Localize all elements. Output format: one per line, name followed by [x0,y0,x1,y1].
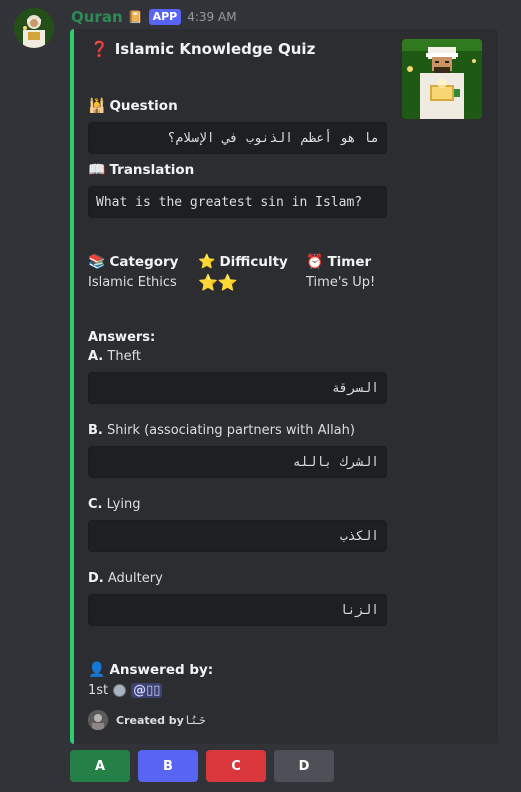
answer-b-line: B. Shirk (associating partners with Alla… [88,423,355,438]
answer-a-letter: A. [88,349,104,364]
book-emoji-icon: 📔 [127,10,143,24]
question-label: 🕌 Question [88,98,178,114]
answer-a-line: A. Theft [88,349,141,364]
username[interactable]: Quran [71,8,123,26]
translation-codeblock: What is the greatest sin in Islam? [88,186,387,218]
answer-buttons: A B C D [70,750,334,782]
answer-b-arabic: الشرك بالله [88,446,387,478]
answer-c-button[interactable]: C [206,750,266,782]
footer-author: خَـنُـا [185,713,206,727]
answers-label: Answers: [88,330,156,345]
difficulty-stars: ⭐⭐ [198,273,238,292]
embed-title: ❓ Islamic Knowledge Quiz [90,40,315,58]
user-mention[interactable]: @▯▯ [131,683,163,698]
answer-d-button[interactable]: D [274,750,334,782]
answer-c-arabic: الكذب [88,520,387,552]
embed-footer: Created by خَـنُـا [88,710,206,730]
question-arabic-codeblock: ما هو أعظم الذنوب في الإسلام؟ [88,122,387,154]
alarm-clock-icon: ⏰ [306,254,324,270]
message-timestamp[interactable]: 4:39 AM [187,10,236,24]
category-value: Islamic Ethics [88,275,177,290]
answer-b-text: Shirk (associating partners with Allah) [107,423,355,438]
mosque-icon: 🕌 [88,98,106,114]
category-label-text: Category [109,254,179,270]
category-label: 📚 Category [88,254,178,270]
answer-d-line: D. Adultery [88,571,163,586]
books-icon: 📚 [88,254,106,270]
timer-label-text: Timer [327,254,372,270]
answer-d-letter: D. [88,571,104,586]
answer-b-button[interactable]: B [138,750,198,782]
difficulty-label: ⭐ Difficulty [198,254,288,270]
answer-c-text: Lying [106,497,141,512]
answer-a-button[interactable]: A [70,750,130,782]
answer-d-arabic: الزنا [88,594,387,626]
answer-d-text: Adultery [107,571,163,586]
translation-label: 📖 Translation [88,162,194,178]
quiz-embed: ❓ Islamic Knowledge Quiz 🕌 Question ما ه… [70,29,498,744]
timer-label: ⏰ Timer [306,254,371,270]
answered-by-value: 1st @▯▯ [88,683,163,698]
answer-c-letter: C. [88,497,103,512]
answer-a-arabic: السرقة [88,372,387,404]
message-header: Quran 📔 APP 4:39 AM [71,7,237,27]
embed-title-text: Islamic Knowledge Quiz [114,40,316,58]
app-badge: APP [148,9,182,25]
answer-a-text: Theft [107,349,142,364]
globe-icon [113,684,127,697]
bot-avatar[interactable] [14,8,54,48]
footer-avatar [88,710,108,730]
open-book-icon: 📖 [88,162,106,178]
embed-thumbnail[interactable] [402,39,482,119]
answered-by-label: 👤 Answered by: [88,662,213,678]
answer-rank: 1st [88,683,109,698]
user-silhouette-icon: 👤 [88,662,106,678]
translation-label-text: Translation [109,162,195,178]
question-mark-icon: ❓ [90,40,109,58]
footer-text: Created by [116,713,184,727]
star-icon: ⭐ [198,254,216,270]
question-label-text: Question [109,98,178,114]
answer-c-line: C. Lying [88,497,140,512]
timer-value: Time's Up! [306,275,376,290]
answer-b-letter: B. [88,423,103,438]
answered-by-label-text: Answered by: [109,662,214,678]
difficulty-label-text: Difficulty [219,254,288,270]
